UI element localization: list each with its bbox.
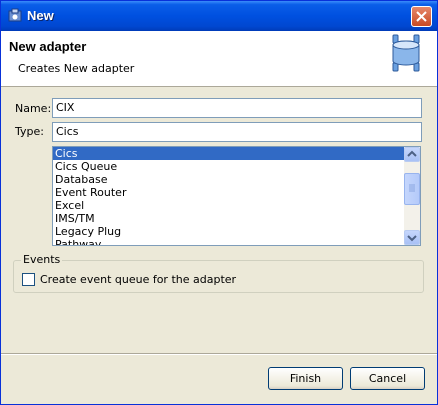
adapter-icon — [392, 34, 420, 72]
new-adapter-dialog: New New adapter Creates New adapter Name… — [0, 0, 438, 405]
page-title: New adapter — [9, 39, 87, 54]
close-icon — [416, 11, 427, 22]
app-icon — [8, 8, 22, 22]
scroll-down-button[interactable] — [404, 230, 420, 245]
list-item[interactable]: IMS/TM — [53, 212, 420, 225]
cancel-button[interactable]: Cancel — [350, 367, 425, 390]
window-title: New — [27, 8, 54, 23]
title-bar[interactable]: New — [1, 1, 437, 31]
dialog-header: New adapter Creates New adapter — [1, 31, 437, 87]
scroll-up-button[interactable] — [404, 147, 420, 162]
type-list[interactable]: Cics Cics Queue Database Event Router Ex… — [52, 146, 421, 246]
name-field[interactable]: CIX — [52, 98, 422, 118]
list-item[interactable]: Excel — [53, 199, 420, 212]
list-item[interactable]: Legacy Plug — [53, 225, 420, 238]
events-group-label: Events — [21, 253, 63, 266]
event-queue-checkbox[interactable] — [22, 273, 35, 286]
scroll-thumb[interactable] — [404, 173, 420, 205]
type-label: Type: — [15, 125, 44, 138]
list-item[interactable]: Cics Queue — [53, 160, 420, 173]
list-scrollbar[interactable] — [404, 147, 420, 245]
name-label: Name: — [15, 102, 52, 115]
list-item[interactable]: Database — [53, 173, 420, 186]
event-queue-checkbox-label[interactable]: Create event queue for the adapter — [40, 273, 236, 286]
page-subtitle: Creates New adapter — [18, 62, 135, 75]
list-item[interactable]: Event Router — [53, 186, 420, 199]
chevron-up-icon — [407, 150, 417, 157]
button-separator — [1, 353, 437, 355]
type-field[interactable]: Cics — [52, 122, 422, 142]
chevron-down-icon — [407, 235, 417, 242]
list-item[interactable]: Pathway — [53, 238, 420, 245]
list-item[interactable]: Cics — [53, 147, 420, 160]
grip-icon — [409, 184, 415, 192]
close-button[interactable] — [411, 6, 432, 27]
finish-button[interactable]: Finish — [268, 367, 343, 390]
